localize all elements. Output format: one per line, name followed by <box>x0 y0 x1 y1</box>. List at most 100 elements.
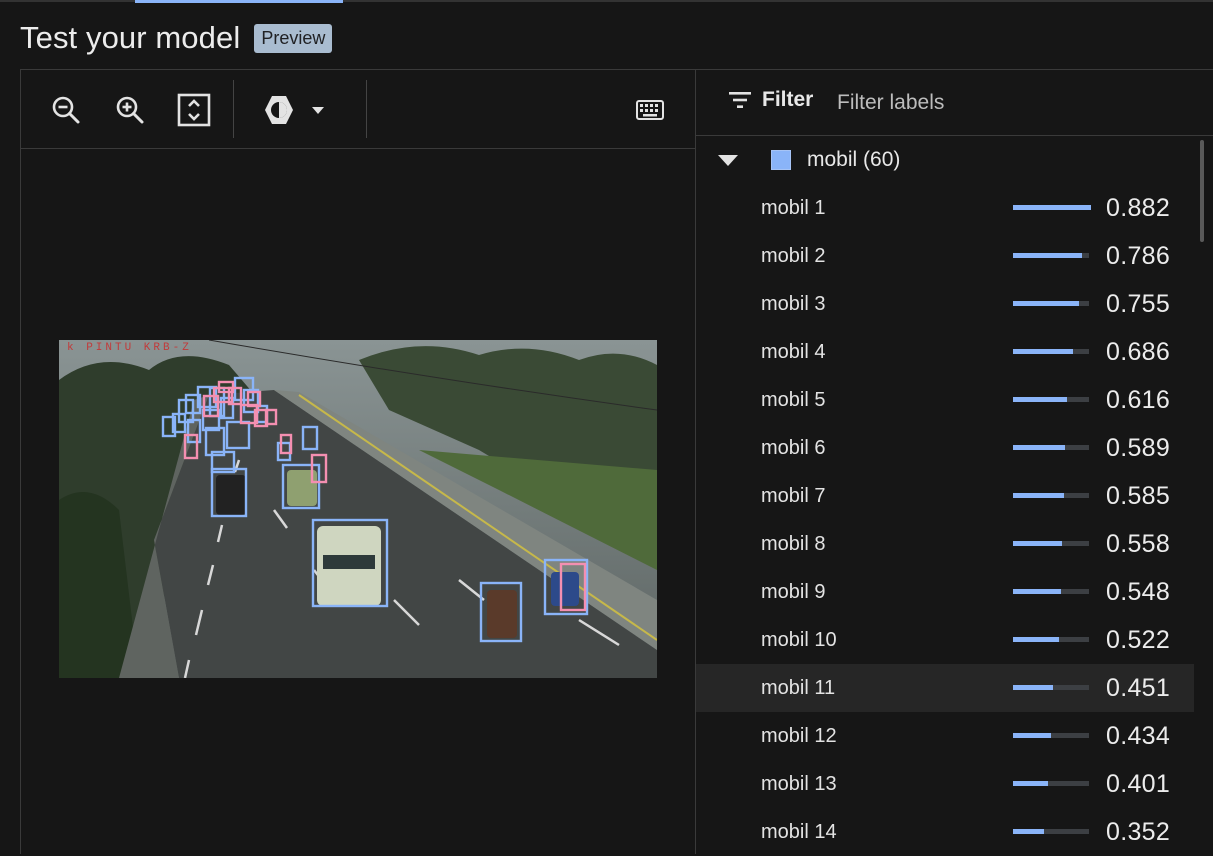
prediction-row[interactable]: mobil 7 0.585 <box>696 472 1194 520</box>
confidence-bar-fill <box>1013 637 1059 642</box>
confidence-bar-fill <box>1013 781 1048 786</box>
confidence-score: 0.755 <box>1106 290 1171 318</box>
prediction-label: mobil 6 <box>761 437 826 459</box>
confidence-bar <box>1013 493 1089 498</box>
confidence-score: 0.522 <box>1106 626 1171 654</box>
prediction-label: mobil 11 <box>761 677 836 699</box>
prediction-label: mobil 12 <box>761 725 837 747</box>
prediction-label: mobil 4 <box>761 341 826 363</box>
confidence-bar-fill <box>1013 397 1067 402</box>
page-header: Test your model Preview <box>20 18 333 58</box>
confidence-bar <box>1013 781 1089 786</box>
brightness-dropdown[interactable] <box>304 88 332 132</box>
filter-button[interactable]: Filter <box>728 88 813 112</box>
fit-to-screen-button[interactable] <box>172 88 216 132</box>
prediction-row[interactable]: mobil 6 0.589 <box>696 424 1194 472</box>
confidence-bar <box>1013 541 1089 546</box>
confidence-bar <box>1013 253 1089 258</box>
confidence-bar-fill <box>1013 205 1091 210</box>
confidence-bar-fill <box>1013 733 1051 738</box>
confidence-bar <box>1013 445 1089 450</box>
prediction-label: mobil 3 <box>761 293 826 315</box>
prediction-row[interactable]: mobil 9 0.548 <box>696 568 1194 616</box>
confidence-bar <box>1013 637 1089 642</box>
collapse-caret-icon[interactable] <box>718 154 738 166</box>
viewer-toolbar <box>21 70 695 149</box>
prediction-row[interactable]: mobil 3 0.755 <box>696 280 1194 328</box>
prediction-row[interactable]: mobil 4 0.686 <box>696 328 1194 376</box>
confidence-bar <box>1013 205 1091 210</box>
prediction-row[interactable]: mobil 12 0.434 <box>696 712 1194 760</box>
filter-label: Filter <box>762 88 814 111</box>
confidence-score: 0.589 <box>1106 434 1171 462</box>
prediction-row[interactable]: mobil 2 0.786 <box>696 232 1194 280</box>
label-color-swatch <box>771 150 791 170</box>
confidence-bar <box>1013 733 1089 738</box>
label-group-mobil[interactable]: mobil (60) <box>696 136 1196 184</box>
confidence-bar-fill <box>1013 445 1065 450</box>
confidence-bar <box>1013 685 1089 690</box>
confidence-score: 0.882 <box>1106 194 1171 222</box>
confidence-bar-fill <box>1013 541 1062 546</box>
confidence-score: 0.686 <box>1106 338 1171 366</box>
confidence-score: 0.548 <box>1106 578 1171 606</box>
fit-to-screen-icon <box>177 93 211 127</box>
confidence-score: 0.616 <box>1106 386 1171 414</box>
confidence-bar-fill <box>1013 493 1064 498</box>
prediction-label: mobil 9 <box>761 581 826 603</box>
toolbar-divider <box>366 80 367 138</box>
confidence-score: 0.434 <box>1106 722 1171 750</box>
confidence-score: 0.401 <box>1106 770 1171 798</box>
test-image[interactable]: k PINTU KRB-Z <box>59 340 657 678</box>
image-viewer: k PINTU KRB-Z <box>21 70 696 854</box>
prediction-label: mobil 1 <box>761 197 826 219</box>
prediction-label: mobil 7 <box>761 485 826 507</box>
prediction-row[interactable]: mobil 10 0.522 <box>696 616 1194 664</box>
zoom-out-button[interactable] <box>44 88 88 132</box>
confidence-bar-fill <box>1013 253 1082 258</box>
test-frame: k PINTU KRB-Z Filter Filter labels mobil… <box>20 69 1213 854</box>
keyboard-icon <box>636 100 664 120</box>
confidence-bar-fill <box>1013 301 1079 306</box>
prediction-label: mobil 5 <box>761 389 826 411</box>
brightness-button[interactable] <box>257 88 301 132</box>
dropdown-arrow-icon <box>312 107 324 114</box>
page-title: Test your model <box>20 20 241 55</box>
confidence-bar-fill <box>1013 829 1044 834</box>
image-watermark: k PINTU KRB-Z <box>67 342 192 354</box>
filter-labels-input[interactable] <box>835 87 1169 119</box>
confidence-bar-fill <box>1013 589 1061 594</box>
confidence-score: 0.451 <box>1106 674 1171 702</box>
confidence-score: 0.352 <box>1106 818 1171 846</box>
list-scrollbar[interactable] <box>1200 140 1204 242</box>
zoom-out-icon <box>52 96 80 124</box>
prediction-row[interactable]: mobil 5 0.616 <box>696 376 1194 424</box>
confidence-score: 0.558 <box>1106 530 1171 558</box>
confidence-bar <box>1013 301 1089 306</box>
keyboard-shortcuts-button[interactable] <box>628 88 672 132</box>
zoom-in-button[interactable] <box>108 88 152 132</box>
labels-panel: Filter mobil (60) mobil 1 0.882 mobil 2 0.7… <box>696 70 1213 854</box>
confidence-bar <box>1013 349 1089 354</box>
preview-badge: Preview <box>254 23 333 53</box>
confidence-bar <box>1013 589 1089 594</box>
confidence-bar <box>1013 397 1089 402</box>
toolbar-divider <box>233 80 234 138</box>
prediction-label: mobil 14 <box>761 821 837 843</box>
prediction-row[interactable]: mobil 1 0.882 <box>696 184 1194 232</box>
prediction-row[interactable]: mobil 8 0.558 <box>696 520 1194 568</box>
prediction-label: mobil 10 <box>761 629 837 651</box>
prediction-row[interactable]: mobil 14 0.352 <box>696 808 1194 856</box>
filter-bar: Filter <box>696 70 1213 136</box>
confidence-bar <box>1013 829 1089 834</box>
prediction-row[interactable]: mobil 11 0.451 <box>696 664 1194 712</box>
filter-icon <box>729 92 751 108</box>
prediction-label: mobil 2 <box>761 245 826 267</box>
confidence-bar-fill <box>1013 685 1053 690</box>
confidence-score: 0.585 <box>1106 482 1171 510</box>
active-tab-indicator <box>135 0 343 3</box>
zoom-in-icon <box>116 96 144 124</box>
prediction-label: mobil 8 <box>761 533 826 555</box>
prediction-row[interactable]: mobil 13 0.401 <box>696 760 1194 808</box>
confidence-score: 0.786 <box>1106 242 1171 270</box>
